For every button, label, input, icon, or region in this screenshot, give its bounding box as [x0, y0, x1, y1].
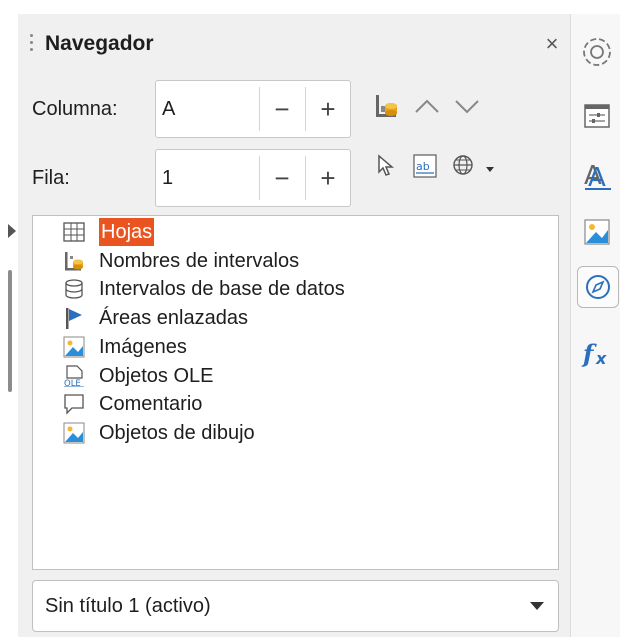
resize-handle[interactable] [8, 270, 12, 392]
document-select[interactable]: Sin título 1 (activo) [32, 580, 559, 632]
row-spinbox: 1 − + [155, 149, 351, 207]
chevron-down-icon [530, 602, 544, 610]
tree-item-label: Comentario [99, 393, 203, 416]
drag-mode-icon[interactable] [373, 152, 401, 180]
linked-areas-flag-icon [66, 308, 82, 330]
chevron-down-icon[interactable] [453, 92, 481, 120]
tree-item-label: Objetos OLE [99, 364, 214, 387]
tree-item-label: Imágenes [99, 335, 187, 358]
sidebar-tabbar: A A f x [570, 14, 620, 637]
column-label: Columna: [32, 98, 118, 120]
column-spinbox: A − + [155, 80, 351, 138]
gear-icon[interactable] [577, 32, 617, 72]
navigator-tab[interactable] [577, 266, 619, 308]
column-decrement-button[interactable]: − [260, 81, 304, 137]
column-input[interactable]: A [162, 81, 175, 137]
dropdown-arrow-icon[interactable] [483, 152, 497, 180]
tree-item-label: Objetos de dibujo [99, 421, 255, 444]
properties-icon[interactable] [577, 96, 617, 136]
range-names-icon [65, 251, 83, 271]
navigator-compass-icon [586, 275, 610, 299]
display-mode-icon[interactable]: ab [411, 152, 439, 180]
row-decrement-button[interactable]: − [260, 150, 304, 206]
svg-text:f: f [581, 339, 597, 368]
database-icon [65, 279, 83, 300]
image-icon [63, 336, 85, 358]
comment-icon [64, 394, 84, 415]
row-label: Fila: [32, 167, 70, 189]
expand-arrow-icon[interactable] [8, 224, 16, 238]
data-range-icon[interactable] [373, 92, 401, 120]
tree-item-label: Hojas [99, 218, 155, 246]
chevron-up-icon[interactable] [413, 92, 441, 120]
column-increment-button[interactable]: + [306, 81, 350, 137]
gallery-icon[interactable] [577, 212, 617, 252]
document-select-value: Sin título 1 (activo) [45, 595, 211, 617]
functions-icon[interactable]: f x [577, 332, 617, 372]
globe-icon[interactable] [451, 152, 479, 180]
tree-item-label: Intervalos de base de datos [99, 278, 345, 301]
panel-title: Navegador [45, 32, 154, 55]
svg-text:x: x [595, 349, 607, 368]
sheets-table-icon [63, 222, 85, 242]
drawing-objects-icon [63, 422, 85, 444]
svg-text:ab: ab [416, 160, 430, 173]
row-increment-button[interactable]: + [306, 150, 350, 206]
row-input[interactable]: 1 [162, 150, 173, 206]
drag-grip-icon[interactable] [30, 34, 34, 58]
ole-object-icon: OLE [64, 364, 84, 387]
tree-item-label: Nombres de intervalos [99, 249, 300, 272]
tree-item-label: Áreas enlazadas [99, 307, 248, 330]
styles-icon[interactable]: A A [577, 154, 617, 194]
svg-text:OLE: OLE [64, 379, 81, 387]
close-icon[interactable]: × [540, 32, 564, 56]
